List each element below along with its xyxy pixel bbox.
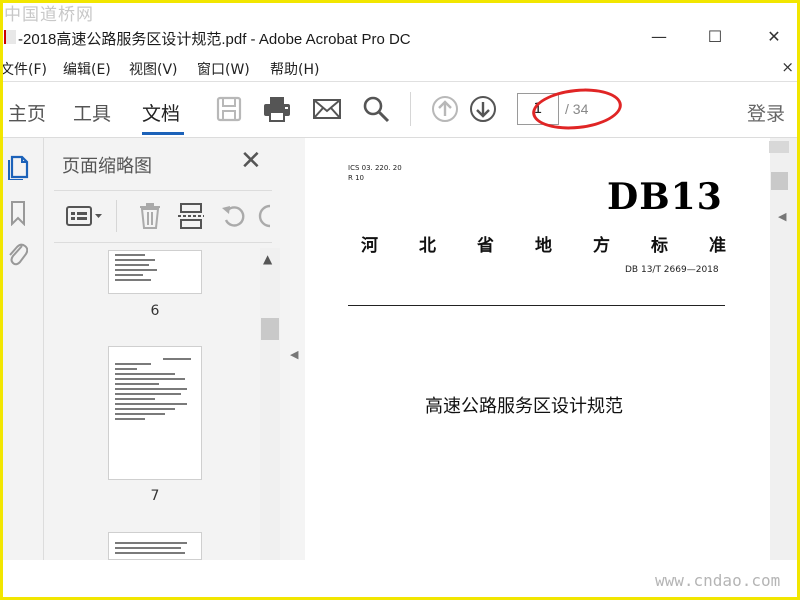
document-scrollbar[interactable] [770, 138, 800, 560]
watermark-top: 中国道桥网 [4, 5, 94, 25]
page-thumbnail-label: 7 [150, 488, 160, 504]
redo-icon[interactable] [258, 202, 272, 230]
undo-icon[interactable] [220, 202, 248, 230]
heading-char: 标 [651, 236, 668, 256]
thumbnail-scrollbar[interactable] [260, 248, 280, 560]
heading-char: 准 [709, 236, 726, 256]
active-rail-marker [0, 152, 3, 178]
menu-file[interactable]: 文件(F) [0, 59, 47, 79]
page-thumbnails-icon[interactable] [8, 154, 30, 180]
title-bar: 中国道桥网 -2018高速公路服务区设计规范.pdf - Adobe Acrob… [0, 0, 800, 54]
standard-code: DB 13/T 2669—2018 [625, 265, 719, 275]
search-icon[interactable] [361, 94, 391, 124]
attachment-icon[interactable] [6, 238, 28, 268]
heading-char: 地 [535, 236, 552, 256]
toolbar-separator [410, 92, 411, 126]
menu-help[interactable]: 帮助(H) [270, 59, 319, 79]
page-down-icon[interactable] [468, 94, 498, 124]
save-icon[interactable] [214, 94, 244, 124]
delete-icon[interactable] [138, 202, 162, 230]
page-thumbnail-7[interactable] [108, 346, 202, 480]
thumbnail-panel-close-icon[interactable]: ✕ [240, 146, 262, 176]
collapse-panel-arrow-icon[interactable]: ◀ [290, 348, 298, 361]
heading-char: 方 [593, 236, 610, 256]
panel-divider-bottom [54, 242, 272, 243]
options-icon[interactable] [66, 204, 104, 228]
close-document-icon[interactable]: × [781, 58, 794, 76]
page-thumbnail-6[interactable] [108, 250, 202, 294]
page-thumbnail-label: 6 [150, 303, 160, 319]
tab-tools[interactable]: 工具 [73, 99, 111, 126]
thumbnail-panel: 页面缩略图 ✕ ▲ 6 7 [44, 138, 290, 560]
bookmark-icon[interactable] [9, 200, 27, 226]
window-title: -2018高速公路服务区设计规范.pdf - Adobe Acrobat Pro… [18, 31, 411, 48]
print-icon[interactable] [262, 94, 292, 124]
heading-char: 北 [419, 236, 436, 256]
header-rule [348, 305, 725, 306]
scroll-up-arrow-icon[interactable]: ▲ [263, 252, 272, 266]
expand-right-arrow-icon[interactable]: ◀ [778, 210, 786, 223]
active-tab-indicator [142, 132, 184, 135]
pdf-file-icon [4, 30, 16, 44]
db-code: DB13 [607, 176, 723, 218]
tab-home[interactable]: 主页 [8, 99, 46, 126]
menu-bar: 文件(F) 编辑(E) 视图(V) 窗口(W) 帮助(H) × [0, 54, 800, 82]
mail-icon[interactable] [312, 94, 342, 124]
tool-separator [116, 200, 117, 232]
login-button[interactable]: 登录 [747, 99, 785, 126]
maximize-button[interactable]: ☐ [697, 24, 733, 50]
watermark-bottom: www.cndao.com [655, 571, 781, 590]
document-scroll-up[interactable] [769, 141, 789, 153]
insert-page-icon[interactable] [178, 202, 204, 230]
menu-view[interactable]: 视图(V) [129, 59, 178, 79]
ics-line: R 10 [348, 174, 364, 182]
toolbar: 主页 工具 文档 1 / 34 登录 [0, 82, 800, 138]
heading-char: 河 [361, 236, 378, 256]
thumbnail-scroll-thumb[interactable] [261, 318, 279, 340]
thumbnail-panel-title: 页面缩略图 [62, 156, 152, 177]
page-up-icon[interactable] [430, 94, 460, 124]
navigation-rail [0, 138, 44, 600]
document-title: 高速公路服务区设计规范 [425, 396, 623, 417]
document-scroll-thumb[interactable] [771, 172, 788, 190]
ics-code: ICS 03. 220. 20 R 10 [348, 163, 402, 183]
heading-char: 省 [477, 236, 494, 256]
ics-line: ICS 03. 220. 20 [348, 164, 402, 172]
page-thumbnail-8[interactable] [108, 532, 202, 560]
close-button[interactable]: ✕ [756, 24, 792, 50]
panel-divider-top [54, 190, 272, 191]
menu-edit[interactable]: 编辑(E) [63, 59, 111, 79]
tab-document[interactable]: 文档 [142, 99, 180, 126]
minimize-button[interactable]: — [641, 24, 677, 50]
menu-window[interactable]: 窗口(W) [197, 59, 250, 79]
